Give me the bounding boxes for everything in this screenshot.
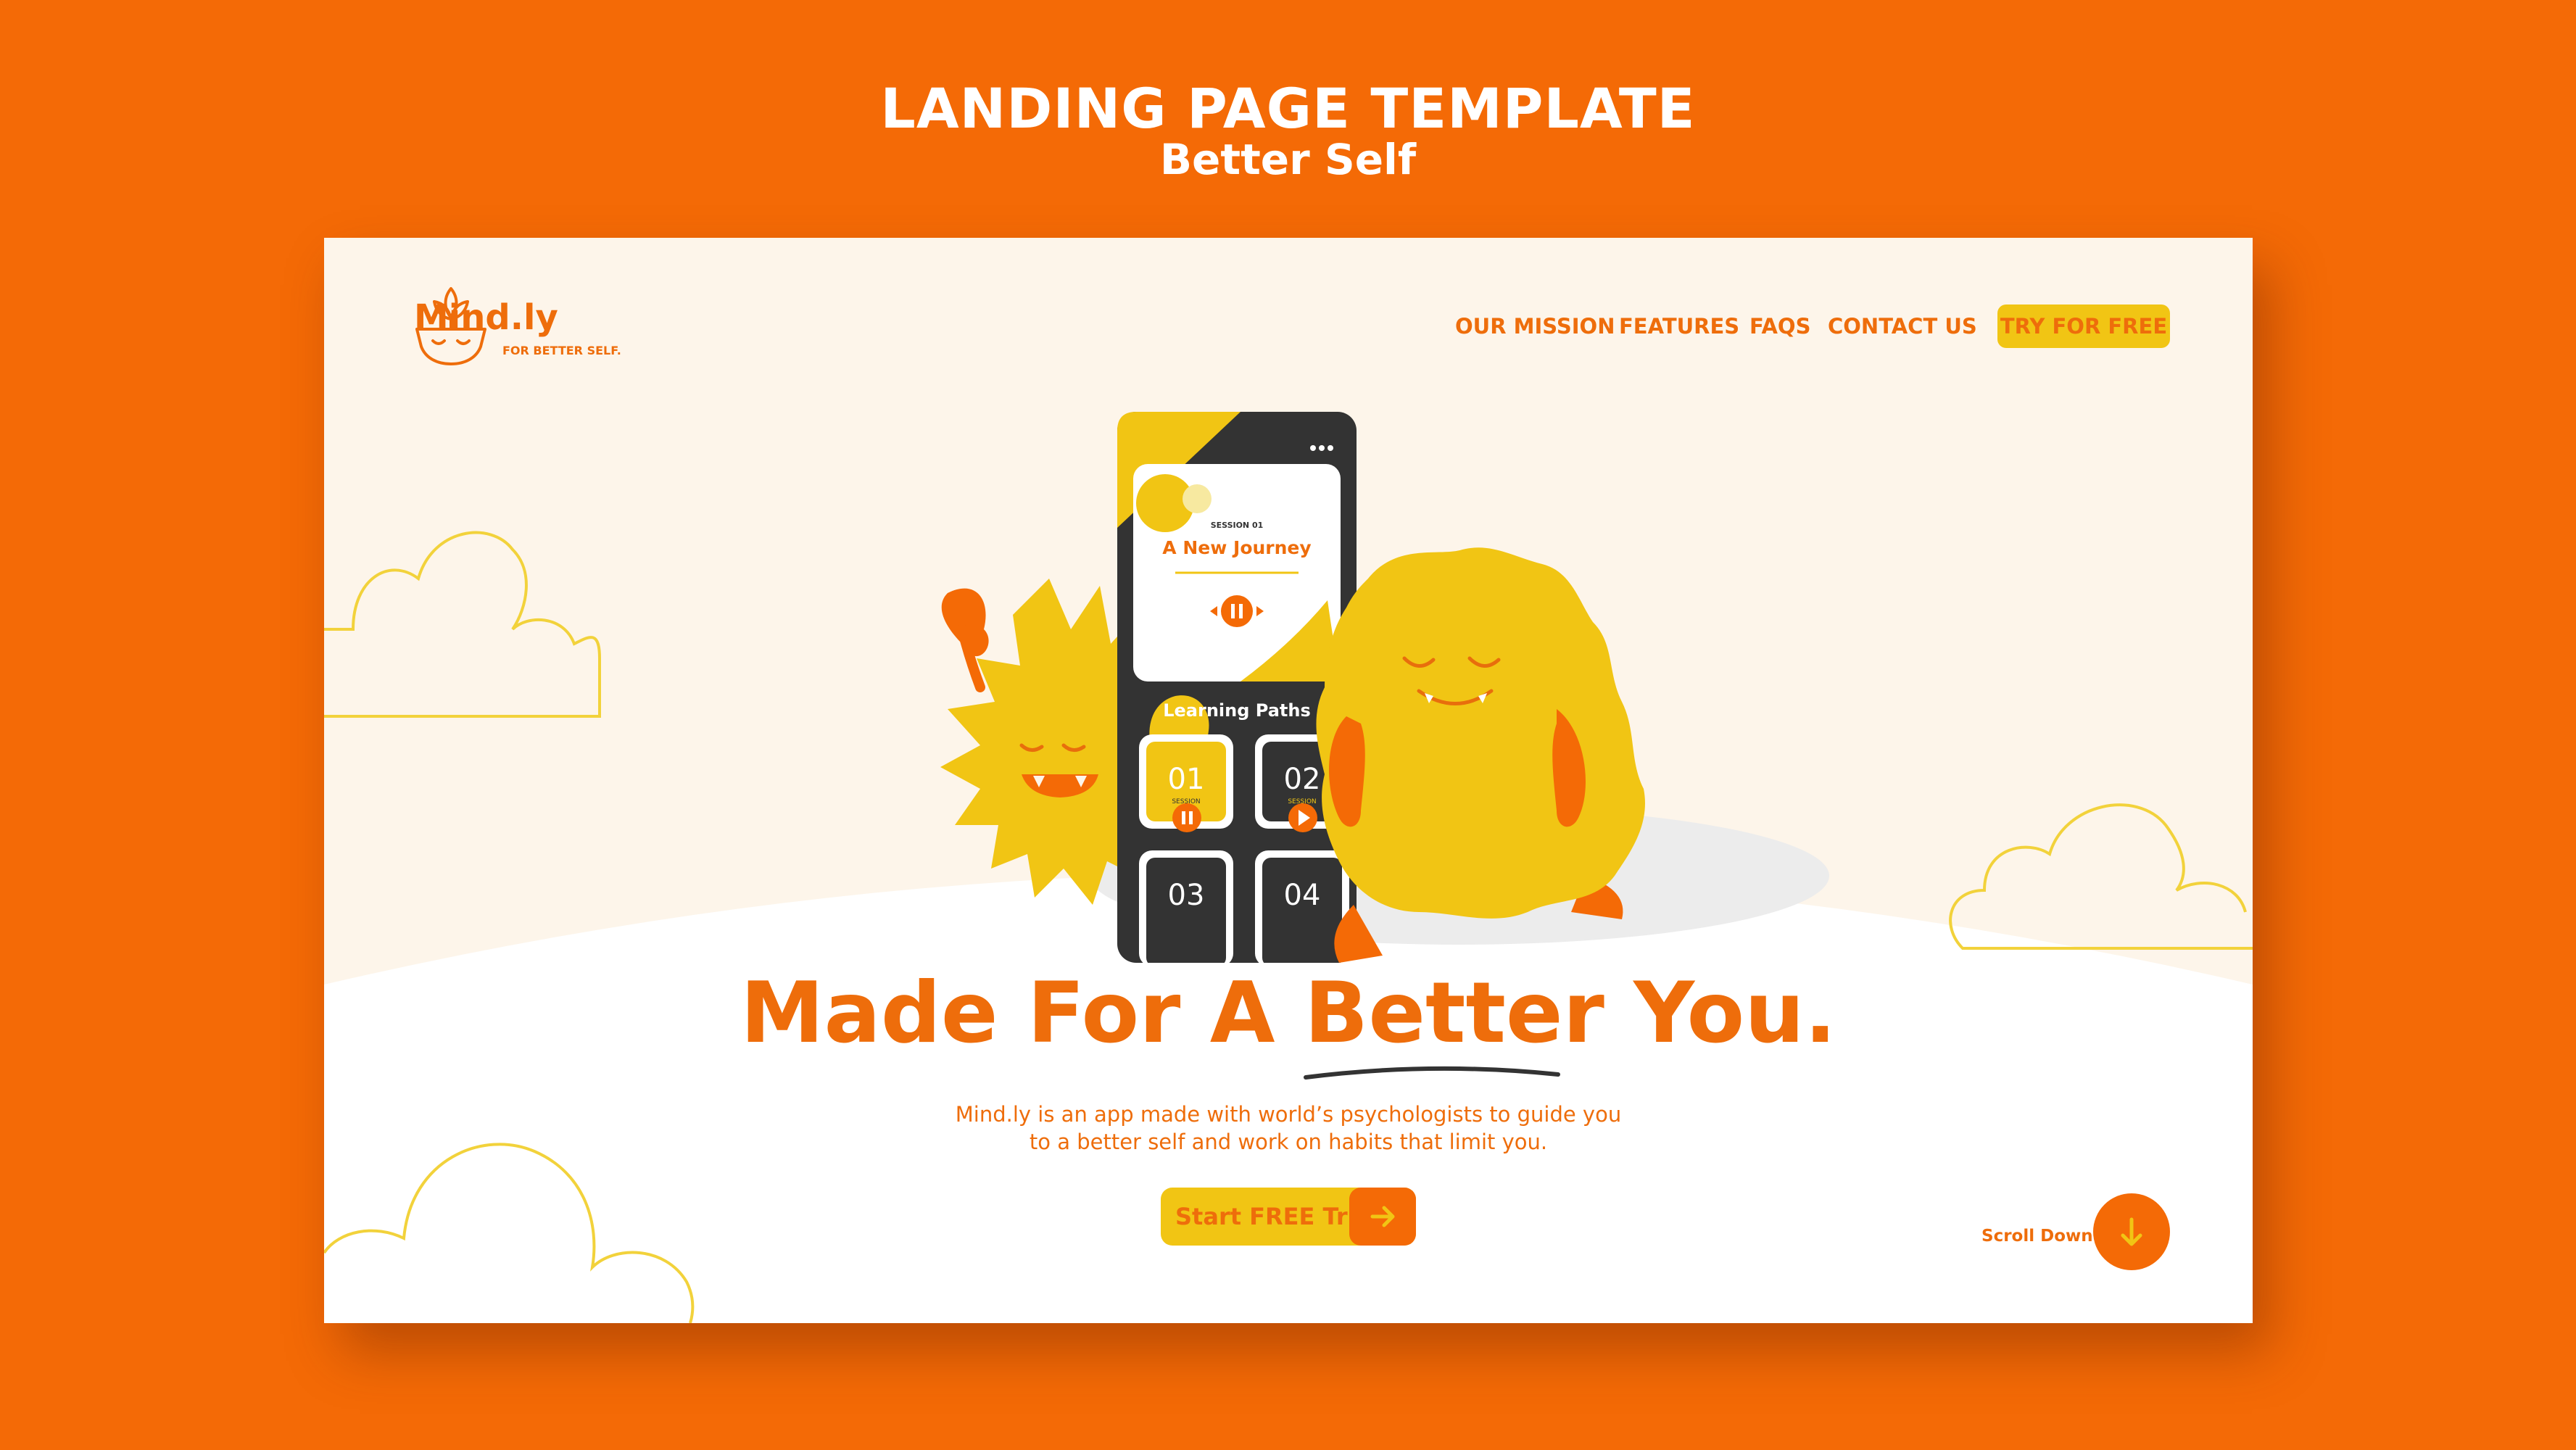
headline-underline	[1304, 1066, 1560, 1080]
template-subtitle: Better Self	[1159, 135, 1417, 184]
start-free-trial-label: Start FREE Trial	[1175, 1203, 1380, 1230]
start-arrow-container	[1349, 1188, 1416, 1246]
right-monster	[1316, 547, 1645, 963]
hero-headline: Made For A Better You.	[740, 964, 1836, 1062]
arrow-down-icon	[2121, 1217, 2142, 1246]
start-free-trial-button[interactable]: Start FREE Trial	[1161, 1188, 1416, 1246]
landing-page-frame: Mind.ly FOR BETTER SELF. OUR MISSION FEA…	[324, 238, 2253, 1323]
scroll-down-button[interactable]	[2093, 1193, 2170, 1270]
scroll-down-label: Scroll Down	[1981, 1227, 2093, 1246]
arrow-right-icon	[1370, 1206, 1395, 1227]
hero-description-line-1: Mind.ly is an app made with world’s psyc…	[955, 1102, 1622, 1127]
template-title: LANDING PAGE TEMPLATE	[880, 76, 1696, 141]
hero-description-line-2: to a better self and work on habits that…	[1029, 1130, 1548, 1154]
